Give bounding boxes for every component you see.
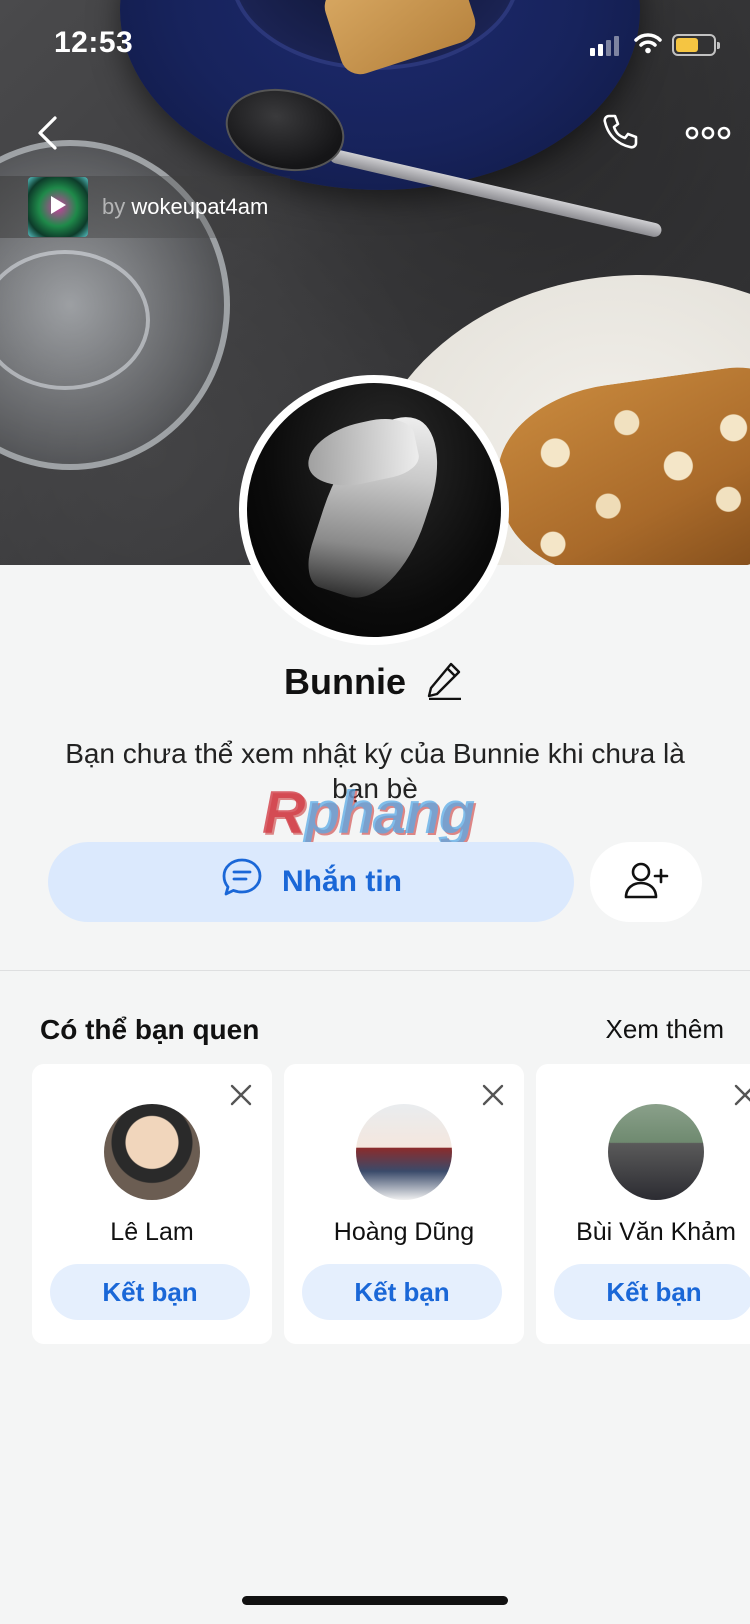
- close-icon: [734, 1084, 750, 1111]
- suggestion-avatar[interactable]: [356, 1104, 452, 1200]
- avatar-image: [247, 383, 501, 637]
- add-friend-button[interactable]: [590, 842, 702, 922]
- edit-name-button[interactable]: [422, 660, 466, 704]
- section-divider: [0, 970, 750, 971]
- cellular-signal-icon: [590, 36, 619, 56]
- chevron-left-icon: [35, 115, 59, 156]
- music-by-prefix: by: [102, 194, 132, 219]
- phone-icon: [600, 112, 640, 157]
- add-friend-suggestion-button[interactable]: Kết bạn: [302, 1264, 502, 1320]
- suggestion-avatar[interactable]: [608, 1104, 704, 1200]
- status-bar: 12:53: [0, 0, 750, 90]
- add-user-icon: [623, 860, 669, 905]
- message-button[interactable]: Nhắn tin: [48, 842, 574, 922]
- back-button[interactable]: [22, 110, 72, 160]
- music-artist: wokeupat4am: [131, 194, 269, 219]
- more-dots-icon: [685, 126, 731, 145]
- suggestions-title: Có thể bạn quen: [40, 1014, 260, 1045]
- profile-music-chip[interactable]: by wokeupat4am: [0, 176, 290, 238]
- close-icon: [482, 1084, 504, 1111]
- home-indicator: [242, 1596, 508, 1605]
- suggestion-card[interactable]: Lê Lam Kết bạn: [32, 1064, 272, 1344]
- add-friend-suggestion-button[interactable]: Kết bạn: [50, 1264, 250, 1320]
- profile-name: Bunnie: [284, 661, 406, 702]
- music-credit: by wokeupat4am: [102, 194, 268, 220]
- status-time: 12:53: [54, 26, 134, 59]
- suggestion-card[interactable]: Bùi Văn Khảm Kết bạn: [536, 1064, 750, 1344]
- suggestion-card[interactable]: Hoàng Dũng Kết bạn: [284, 1064, 524, 1344]
- dismiss-suggestion-button[interactable]: [226, 1082, 256, 1112]
- see-more-link[interactable]: Xem thêm: [606, 1014, 725, 1045]
- profile-name-row: Bunnie: [0, 660, 750, 704]
- suggestion-name[interactable]: Hoàng Dũng: [284, 1218, 524, 1247]
- wifi-icon: [634, 32, 662, 59]
- message-button-label: Nhắn tin: [282, 865, 402, 898]
- more-button[interactable]: [680, 110, 736, 160]
- watermark-logo: Rphang: [262, 779, 475, 846]
- watermark-initial: R: [262, 779, 305, 846]
- battery-icon: [672, 34, 720, 56]
- add-friend-suggestion-button[interactable]: Kết bạn: [554, 1264, 750, 1320]
- pencil-icon: [425, 660, 463, 705]
- suggestion-avatar[interactable]: [104, 1104, 200, 1200]
- suggestion-name[interactable]: Bùi Văn Khảm: [536, 1218, 750, 1247]
- suggestion-carousel[interactable]: Lê Lam Kết bạn Hoàng Dũng Kết bạn Bùi Vă…: [32, 1064, 750, 1344]
- call-button[interactable]: [592, 106, 648, 162]
- chat-bubble-icon: [220, 856, 264, 908]
- suggestion-name[interactable]: Lê Lam: [32, 1218, 272, 1247]
- dismiss-suggestion-button[interactable]: [478, 1082, 508, 1112]
- close-icon: [230, 1084, 252, 1111]
- music-thumbnail: [28, 177, 88, 237]
- dismiss-suggestion-button[interactable]: [730, 1082, 750, 1112]
- play-icon: [48, 194, 68, 221]
- avatar[interactable]: [239, 375, 509, 645]
